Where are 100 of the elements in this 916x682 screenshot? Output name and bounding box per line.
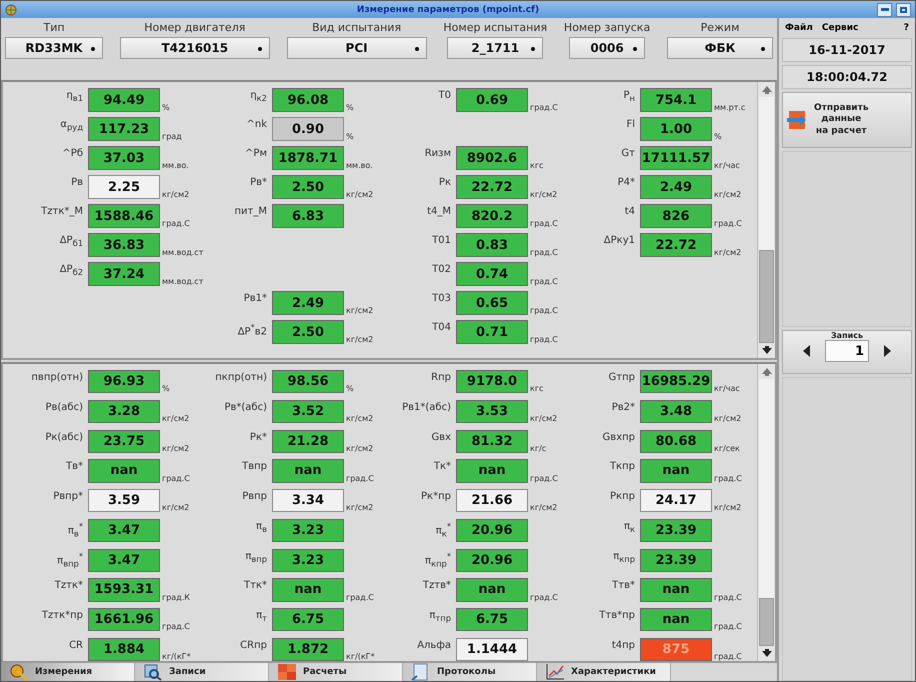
tab[interactable]: Протоколы xyxy=(403,663,537,681)
value-field: 3.28 xyxy=(88,400,160,423)
parameter-label: Ттв* xyxy=(611,579,635,594)
dropdown[interactable]: RD33MK xyxy=(5,37,103,59)
parameter-label: пкпр(отн) xyxy=(214,371,267,385)
scroll-thumb[interactable] xyxy=(759,250,774,343)
selector-label: Режим xyxy=(700,21,740,34)
parameter-label: Gвхпр xyxy=(602,430,635,444)
parameter-label: ΔP$_{б1}$ xyxy=(58,234,83,250)
down-arrow-icon[interactable] xyxy=(760,345,772,355)
unit-label: град.С xyxy=(162,474,191,482)
parameter-label: Tzтв* xyxy=(422,579,451,594)
parameter-label: t4пр xyxy=(610,638,635,653)
unit-label: мм.рт.с xyxy=(714,103,746,112)
value-field: 6.75 xyxy=(272,608,344,632)
unit-label: град.С xyxy=(530,474,559,482)
line-chart-icon xyxy=(545,663,565,681)
value-field: 1.1444 xyxy=(456,638,528,661)
value-field: 9178.0 xyxy=(456,370,528,394)
maximize-button[interactable] xyxy=(896,2,911,16)
value-field: 3.47 xyxy=(88,548,160,572)
send-button[interactable]: Отправить данные на расчет xyxy=(782,92,912,148)
value-field: 826 xyxy=(640,204,712,228)
value-field: 3.47 xyxy=(88,518,160,542)
scrollbar[interactable] xyxy=(757,82,775,358)
unit-label: кгс xyxy=(530,161,544,170)
previous-button[interactable] xyxy=(801,343,813,359)
unit-label: град.С xyxy=(530,306,559,315)
value-field: 23.39 xyxy=(640,548,712,572)
record-number-field[interactable]: 1 xyxy=(825,340,869,362)
unit-label: кг/час xyxy=(714,384,741,394)
dot-icon xyxy=(414,47,419,51)
unit-label: мм.вод.ст xyxy=(162,277,204,286)
up-arrow-icon[interactable] xyxy=(760,367,772,377)
value-field: 1.884 xyxy=(88,638,160,661)
tab[interactable]: Измерения xyxy=(1,663,135,681)
unit-label: кг/см2 xyxy=(162,503,190,512)
tab[interactable]: Характеристики xyxy=(537,663,671,681)
value-field: 2.50 xyxy=(272,320,344,344)
parameter-label: CR xyxy=(68,638,83,653)
dropdown[interactable]: T4216015 xyxy=(120,37,270,59)
value-field: 6.75 xyxy=(456,608,528,632)
dropdown[interactable]: ФБК xyxy=(667,37,773,59)
gauge-icon xyxy=(9,663,29,681)
parameter-label: Gтпр xyxy=(608,371,635,385)
value-field: 96.93 xyxy=(88,370,160,394)
parameter-label: η$_{к2}$ xyxy=(249,89,267,105)
menu-item[interactable]: ? xyxy=(904,23,909,33)
scroll-thumb[interactable] xyxy=(759,598,774,646)
parameter-label: Gт xyxy=(620,147,635,161)
value-field: 1.872 xyxy=(272,638,344,661)
unit-label: кг/см2 xyxy=(346,306,374,315)
value-field: nan xyxy=(640,578,712,602)
unit-label: кг/см2 xyxy=(530,190,558,199)
menu-item[interactable]: Сервис xyxy=(822,23,858,33)
unit-label: % xyxy=(714,132,723,141)
value-field: 0.65 xyxy=(456,291,528,315)
parameter-label: Рк xyxy=(438,176,451,190)
parameter-label: ^Pм xyxy=(244,147,267,161)
parameter-label: π$_{тпр}$ xyxy=(428,609,451,625)
unit-label: град.С xyxy=(530,248,559,257)
parameter-label: пит_М xyxy=(234,205,267,219)
unit-label: кг/см2 xyxy=(714,190,742,199)
dropdown[interactable]: PCI xyxy=(286,37,427,59)
tab[interactable]: Записи xyxy=(135,663,269,681)
value-field: 3.23 xyxy=(272,518,344,542)
unit-label: % xyxy=(346,132,355,141)
unit-label: кг/час xyxy=(714,161,741,170)
dot-icon xyxy=(258,47,262,51)
down-arrow-icon[interactable] xyxy=(760,648,772,658)
tab[interactable]: Расчеты xyxy=(269,663,403,681)
value-field: nan xyxy=(272,459,344,482)
value-field: nan xyxy=(272,578,344,602)
next-button[interactable] xyxy=(881,343,893,359)
value-field: 3.52 xyxy=(272,400,344,423)
minimize-button[interactable] xyxy=(877,2,892,16)
parameter-label: Рв*(абс) xyxy=(223,400,267,415)
parameter-label: Рв* xyxy=(249,176,267,190)
value-field: 23.75 xyxy=(88,430,160,453)
dropdown[interactable]: 2_1711 xyxy=(447,37,544,59)
value-field: 6.83 xyxy=(272,204,344,228)
parameter-label: Рк*пр xyxy=(420,490,451,504)
menu-item[interactable]: Файл xyxy=(785,23,813,33)
value-field: 21.28 xyxy=(272,430,344,453)
unit-label: кг/см2 xyxy=(714,503,742,512)
parameter-label: Рв(абс) xyxy=(44,400,83,415)
value-field: 20.96 xyxy=(456,518,528,542)
scrollbar[interactable] xyxy=(757,364,775,661)
parameter-label: Ткпр xyxy=(608,460,635,474)
unit-label: град.С xyxy=(530,592,559,602)
unit-label: % xyxy=(162,384,171,394)
value-field: 37.24 xyxy=(88,262,160,286)
value-field: 94.49 xyxy=(88,88,160,112)
dropdown[interactable]: 0006 xyxy=(569,37,646,59)
up-arrow-icon[interactable] xyxy=(760,85,772,95)
unit-label: град.С xyxy=(162,219,191,228)
unit-label: кг/см2 xyxy=(162,190,190,199)
unit-label: кг/с xyxy=(530,444,548,453)
unit-label: град xyxy=(162,132,183,141)
value-field: 2.49 xyxy=(272,291,344,315)
